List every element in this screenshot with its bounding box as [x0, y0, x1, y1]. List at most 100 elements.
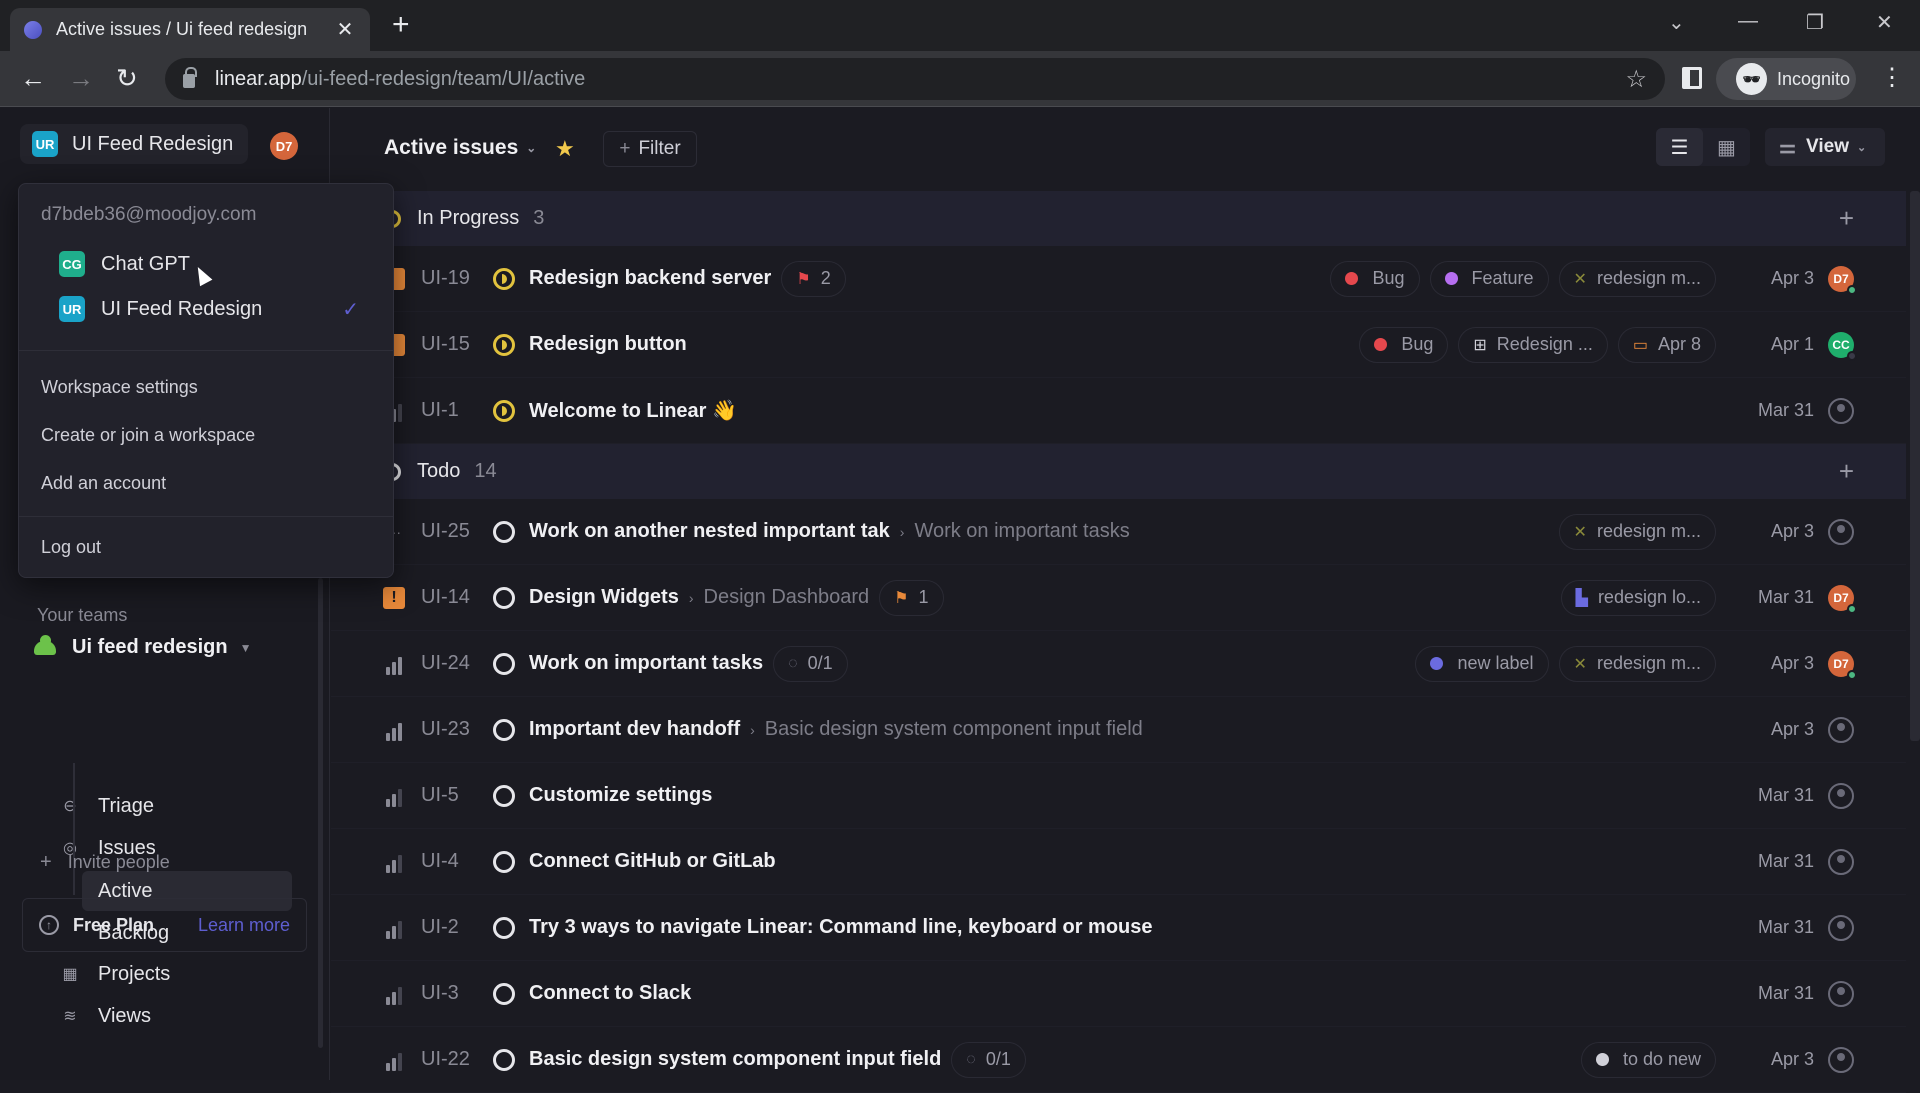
filter-button[interactable]: + Filter — [603, 131, 697, 167]
close-tab-icon[interactable]: ✕ — [334, 17, 356, 42]
unassigned-avatar-icon[interactable] — [1828, 1046, 1854, 1073]
back-icon[interactable]: ← — [20, 63, 46, 93]
favorite-star-icon[interactable]: ★ — [555, 136, 575, 162]
minimize-icon[interactable]: — — [1738, 10, 1758, 33]
unassigned-avatar-icon[interactable] — [1828, 848, 1854, 875]
sidebar-item-views[interactable]: ≋ Views — [60, 998, 151, 1034]
parent-issue[interactable]: › Design Dashboard — [689, 586, 869, 609]
priority-low-icon[interactable] — [383, 983, 405, 1005]
todo-status-icon[interactable] — [493, 718, 515, 741]
forward-icon[interactable]: → — [68, 63, 94, 93]
issue-row[interactable]: UI-23 Important dev handoff › Basic design … — [331, 697, 1906, 763]
label-chip[interactable]: to do new — [1580, 1041, 1716, 1078]
todo-status-icon[interactable] — [493, 586, 515, 609]
workspace-option-chat-gpt[interactable]: CG Chat GPT — [59, 246, 379, 282]
list-layout-icon[interactable]: ☰ — [1656, 128, 1703, 166]
issue-row[interactable]: UI-22 Basic design system component input… — [331, 1027, 1906, 1093]
menu-workspace-settings[interactable]: Workspace settings — [41, 377, 198, 398]
assignee-avatar[interactable]: D7 — [1828, 650, 1857, 680]
issue-row[interactable]: UI-5 Customize settings Mar 31 — [331, 763, 1906, 829]
board-layout-icon[interactable]: ▦ — [1703, 128, 1750, 166]
assignee-avatar[interactable]: D7 — [1828, 584, 1857, 614]
todo-status-icon[interactable] — [493, 652, 515, 675]
view-title-dropdown[interactable]: Active issues ⌄ — [384, 136, 536, 160]
issue-row[interactable]: UI-15 Redesign button Bug ⊞ Redesign ... ▭ Apr… — [331, 312, 1906, 378]
project-chip[interactable]: ✕ redesign m... — [1558, 513, 1716, 550]
issue-row[interactable]: UI-4 Connect GitHub or GitLab Mar 31 — [331, 829, 1906, 895]
unassigned-avatar-icon[interactable] — [1828, 980, 1854, 1007]
priority-low-icon[interactable] — [383, 785, 405, 807]
label-chip[interactable]: Bug — [1330, 260, 1420, 297]
add-issue-icon[interactable]: + — [1839, 203, 1854, 234]
incognito-profile-button[interactable]: 🕶 Incognito — [1716, 58, 1856, 100]
sub-issue-chip[interactable]: ◌ 0/1 — [951, 1041, 1026, 1078]
label-chip[interactable]: new label — [1415, 645, 1549, 682]
priority-low-icon[interactable] — [383, 1049, 405, 1071]
doc-chip[interactable]: ▙ redesign lo... — [1560, 579, 1716, 616]
project-chip[interactable]: ✕ redesign m... — [1558, 260, 1716, 297]
parent-issue[interactable]: › Basic design system component input fie… — [750, 718, 1143, 741]
sidebar-item-projects[interactable]: ▦ Projects — [60, 956, 170, 992]
restore-icon[interactable]: ❐ — [1806, 10, 1824, 35]
user-avatar[interactable]: D7 — [270, 132, 298, 160]
issue-row[interactable]: UI-3 Connect to Slack Mar 31 — [331, 961, 1906, 1027]
assignee-avatar[interactable]: CC — [1828, 331, 1857, 361]
learn-more-link[interactable]: Learn more — [198, 915, 290, 936]
label-chip[interactable]: Feature — [1429, 260, 1549, 297]
menu-log-out[interactable]: Log out — [41, 537, 101, 558]
group-header-todo[interactable]: Todo 14 + — [331, 444, 1906, 499]
new-tab-icon[interactable]: + — [392, 10, 410, 40]
browser-menu-icon[interactable]: ⋮ — [1880, 63, 1904, 93]
todo-status-icon[interactable] — [493, 982, 515, 1005]
in-progress-status-icon[interactable] — [493, 399, 515, 422]
issue-row[interactable]: UI-2 Try 3 ways to navigate Linear: Comma… — [331, 895, 1906, 961]
workspace-option-ui-feed-redesign[interactable]: UR UI Feed Redesign ✓ — [59, 291, 379, 327]
unassigned-avatar-icon[interactable] — [1828, 782, 1854, 809]
todo-status-icon[interactable] — [493, 1048, 515, 1071]
issue-row[interactable]: ··· UI-25 Work on another nested important… — [331, 499, 1906, 565]
menu-add-account[interactable]: Add an account — [41, 473, 166, 494]
issue-row[interactable]: UI-24 Work on important tasks ◌ 0/1 new labe… — [331, 631, 1906, 697]
cycle-chip[interactable]: ⊞ Redesign ... — [1458, 326, 1608, 363]
unassigned-avatar-icon[interactable] — [1828, 914, 1854, 941]
assignee-avatar[interactable]: D7 — [1828, 265, 1857, 295]
todo-status-icon[interactable] — [493, 784, 515, 807]
view-options-button[interactable]: ⚌ View ⌄ — [1765, 128, 1885, 166]
unassigned-avatar-icon[interactable] — [1828, 518, 1854, 545]
unassigned-avatar-icon[interactable] — [1828, 716, 1854, 743]
project-chip[interactable]: ✕ redesign m... — [1558, 645, 1716, 682]
tab-search-icon[interactable]: ⌄ — [1668, 10, 1685, 35]
side-panel-icon[interactable] — [1682, 67, 1702, 89]
bookmark-star-icon[interactable]: ☆ — [1625, 65, 1647, 94]
window-close-icon[interactable]: ✕ — [1876, 10, 1893, 35]
add-issue-icon[interactable]: + — [1839, 456, 1854, 487]
label-chip[interactable]: Bug — [1359, 326, 1449, 363]
todo-status-icon[interactable] — [493, 520, 515, 543]
todo-status-icon[interactable] — [493, 916, 515, 939]
in-progress-status-icon[interactable] — [493, 267, 515, 290]
workspace-switcher[interactable]: UR UI Feed Redesign — [20, 124, 248, 164]
priority-medium-icon[interactable] — [383, 653, 405, 675]
parent-issue[interactable]: › Work on important tasks — [900, 520, 1130, 543]
team-header[interactable]: Ui feed redesign ▼ — [34, 634, 252, 659]
reload-icon[interactable]: ↻ — [116, 63, 138, 93]
todo-status-icon[interactable] — [493, 850, 515, 873]
priority-medium-icon[interactable] — [383, 719, 405, 741]
unassigned-avatar-icon[interactable] — [1828, 397, 1854, 424]
due-chip[interactable]: ▭ Apr 8 — [1617, 326, 1716, 363]
address-bar[interactable]: linear.app /ui-feed-redesign/team/UI/act… — [165, 58, 1665, 100]
sub-issue-chip[interactable]: ◌ 0/1 — [773, 645, 848, 682]
priority-urgent-icon[interactable]: ! — [383, 586, 405, 609]
issue-row[interactable]: ! UI-14 Design Widgets › Design Dashboard ⚑ 1 ▙… — [331, 565, 1906, 631]
issue-row[interactable]: UI-19 Redesign backend server ⚑ 2 Bug Feature… — [331, 246, 1906, 312]
sub-issue-chip[interactable]: ⚑ 1 — [879, 579, 944, 616]
browser-tab[interactable]: Active issues / Ui feed redesign ✕ — [10, 8, 370, 51]
sidebar-scrollbar[interactable] — [318, 578, 323, 1048]
group-header-in-progress[interactable]: In Progress 3 + — [331, 191, 1906, 246]
issue-row[interactable]: UI-1 Welcome to Linear 👋 Mar 31 — [331, 378, 1906, 444]
invite-people-button[interactable]: + Invite people — [40, 851, 170, 874]
priority-low-icon[interactable] — [383, 917, 405, 939]
main-scrollbar[interactable] — [1910, 191, 1920, 741]
menu-create-join-workspace[interactable]: Create or join a workspace — [41, 425, 255, 446]
priority-low-icon[interactable] — [383, 851, 405, 873]
